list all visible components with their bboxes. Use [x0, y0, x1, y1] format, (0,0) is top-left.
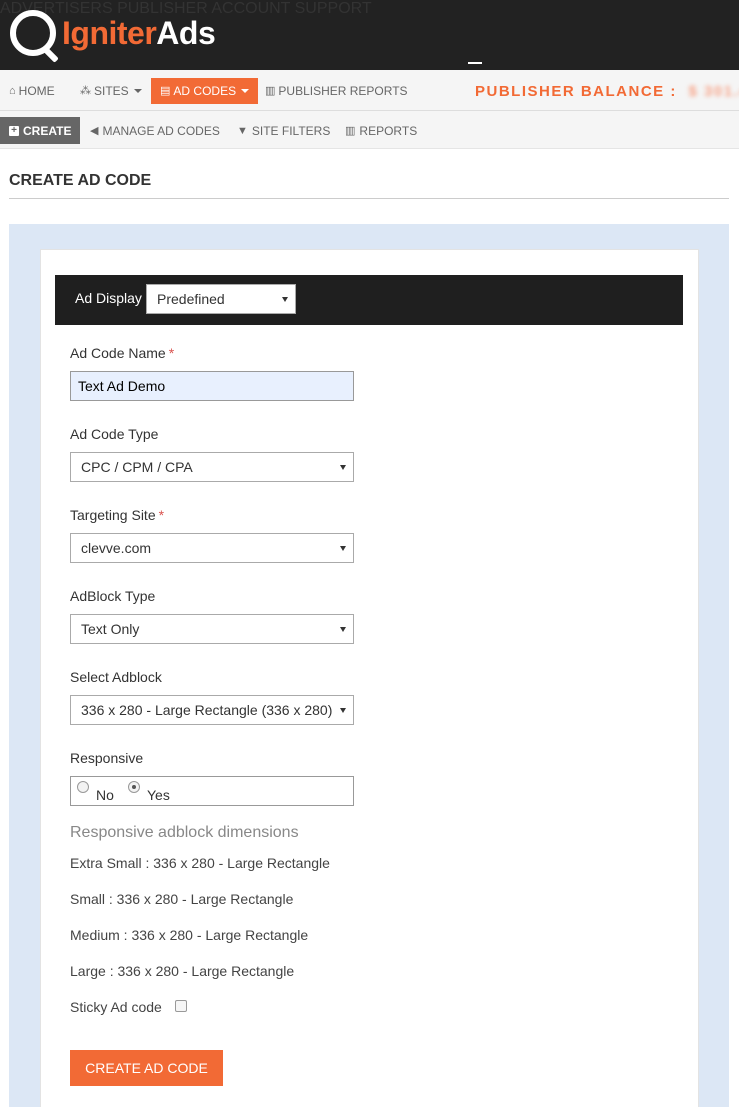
ad-display-select[interactable]: Predefined	[146, 284, 296, 314]
required-mark: *	[168, 345, 175, 361]
responsive-yes-radio[interactable]	[128, 781, 140, 793]
ad-code-name-input[interactable]: Text Ad Demo	[70, 371, 354, 401]
dimension-small: Small : 336 x 280 - Large Rectangle	[70, 891, 294, 907]
bar-chart-icon: ▥	[345, 124, 356, 137]
subnav-create-label: CREATE	[23, 123, 72, 138]
brand-logo[interactable]: IgniterAds	[10, 10, 216, 56]
select-adblock-select[interactable]: 336 x 280 - Large Rectangle (336 x 280)	[70, 695, 354, 725]
ad-code-type-value: CPC / CPM / CPA	[81, 459, 193, 475]
adblock-type-select[interactable]: Text Only	[70, 614, 354, 644]
targeting-site-label-text: Targeting Site	[70, 507, 156, 523]
responsive-label: Responsive	[70, 750, 144, 766]
page-title: CREATE AD CODE	[9, 172, 152, 189]
targeting-site-value: clevve.com	[81, 540, 152, 556]
subnav2-reports-label: REPORTS	[359, 124, 418, 138]
subnav-ad-codes[interactable]: ▤ AD CODES	[151, 78, 259, 104]
dimension-large: Large : 336 x 280 - Large Rectangle	[70, 963, 295, 979]
balance-label: PUBLISHER BALANCE :	[475, 83, 677, 100]
publisher-subnav: ⌂ HOME ⁂ SITES ▤ AD CODES ▥ PUBLISHER RE…	[0, 70, 739, 111]
adblock-type-value: Text Only	[81, 621, 140, 637]
plus-square-icon: +	[9, 125, 19, 136]
adblock-type-label: AdBlock Type	[70, 588, 156, 604]
subnav-reports-label: PUBLISHER REPORTS	[278, 84, 408, 98]
subnav-sites-label: SITES	[94, 84, 129, 98]
create-ad-code-button[interactable]: CREATE AD CODE	[70, 1050, 223, 1086]
bullhorn-icon: ◀	[90, 124, 99, 137]
responsive-yes-label: Yes	[147, 787, 170, 803]
ad-codes-subnav: + CREATE ◀ MANAGE AD CODES ▼ SITE FILTER…	[0, 111, 739, 149]
dropdown-arrow-icon	[340, 546, 346, 551]
filter-icon: ▼	[237, 124, 248, 137]
sticky-ad-code-label: Sticky Ad code	[70, 999, 162, 1015]
active-nav-indicator	[468, 62, 482, 64]
brand-name: IgniterAds	[62, 14, 216, 52]
home-icon: ⌂	[9, 84, 16, 97]
dropdown-arrow-icon	[340, 627, 346, 632]
publisher-balance: PUBLISHER BALANCE : $ 301.47	[475, 83, 739, 100]
ad-code-name-label: Ad Code Name *	[70, 345, 174, 361]
dropdown-arrow-icon	[340, 465, 346, 470]
dimension-medium: Medium : 336 x 280 - Large Rectangle	[70, 927, 309, 943]
responsive-no-radio[interactable]	[77, 781, 89, 793]
subnav-site-filters[interactable]: ▼ SITE FILTERS	[237, 124, 330, 138]
brand-name-suffix: Ads	[156, 14, 216, 51]
subnav-create[interactable]: + CREATE	[0, 117, 81, 144]
select-adblock-label: Select Adblock	[70, 669, 162, 685]
subnav-publisher-reports[interactable]: ▥ PUBLISHER REPORTS	[265, 84, 408, 98]
subnav-filters-label: SITE FILTERS	[251, 124, 331, 138]
subnav-ad-codes-label: AD CODES	[173, 84, 237, 98]
title-divider	[9, 198, 729, 199]
code-file-icon: ▤	[160, 84, 171, 97]
ad-display-label: Ad Display	[75, 290, 142, 306]
ad-code-type-select[interactable]: CPC / CPM / CPA	[70, 452, 354, 482]
dimension-extra-small: Extra Small : 336 x 280 - Large Rectangl…	[70, 855, 330, 871]
dropdown-arrow-icon	[340, 708, 346, 713]
subnav-reports[interactable]: ▥ REPORTS	[345, 124, 417, 138]
logo-mark-icon	[10, 10, 56, 56]
subnav-home-label: HOME	[18, 84, 55, 98]
dropdown-arrow-icon	[282, 297, 288, 302]
chevron-down-icon	[133, 89, 142, 93]
responsive-no-label: No	[96, 787, 114, 803]
nav-support[interactable]: SUPPORT	[295, 0, 372, 17]
sticky-ad-code-checkbox[interactable]	[175, 1000, 187, 1012]
targeting-site-select[interactable]: clevve.com	[70, 533, 354, 563]
required-mark: *	[158, 507, 165, 523]
targeting-site-label: Targeting Site *	[70, 507, 164, 523]
brand-name-prefix: Igniter	[62, 14, 157, 51]
top-navbar: IgniterAds ADVERTISERS PUBLISHER ACCOUNT…	[0, 0, 739, 70]
nav-account[interactable]: ACCOUNT	[211, 0, 290, 17]
select-adblock-value: 336 x 280 - Large Rectangle (336 x 280)	[81, 702, 333, 718]
balance-value: $ 301.47	[688, 83, 739, 100]
ad-display-value: Predefined	[157, 291, 225, 307]
bar-chart-icon: ▥	[265, 84, 276, 97]
subnav-manage-label: MANAGE AD CODES	[102, 124, 220, 138]
subnav-sites[interactable]: ⁂ SITES	[80, 84, 142, 98]
subnav-home[interactable]: ⌂ HOME	[9, 84, 55, 98]
chevron-down-icon	[241, 89, 250, 93]
subnav-manage-ad-codes[interactable]: ◀ MANAGE AD CODES	[90, 124, 220, 138]
sitemap-icon: ⁂	[80, 84, 91, 97]
ad-code-name-label-text: Ad Code Name	[70, 345, 166, 361]
responsive-dimensions-heading: Responsive adblock dimensions	[70, 824, 299, 841]
ad-code-type-label: Ad Code Type	[70, 426, 159, 442]
